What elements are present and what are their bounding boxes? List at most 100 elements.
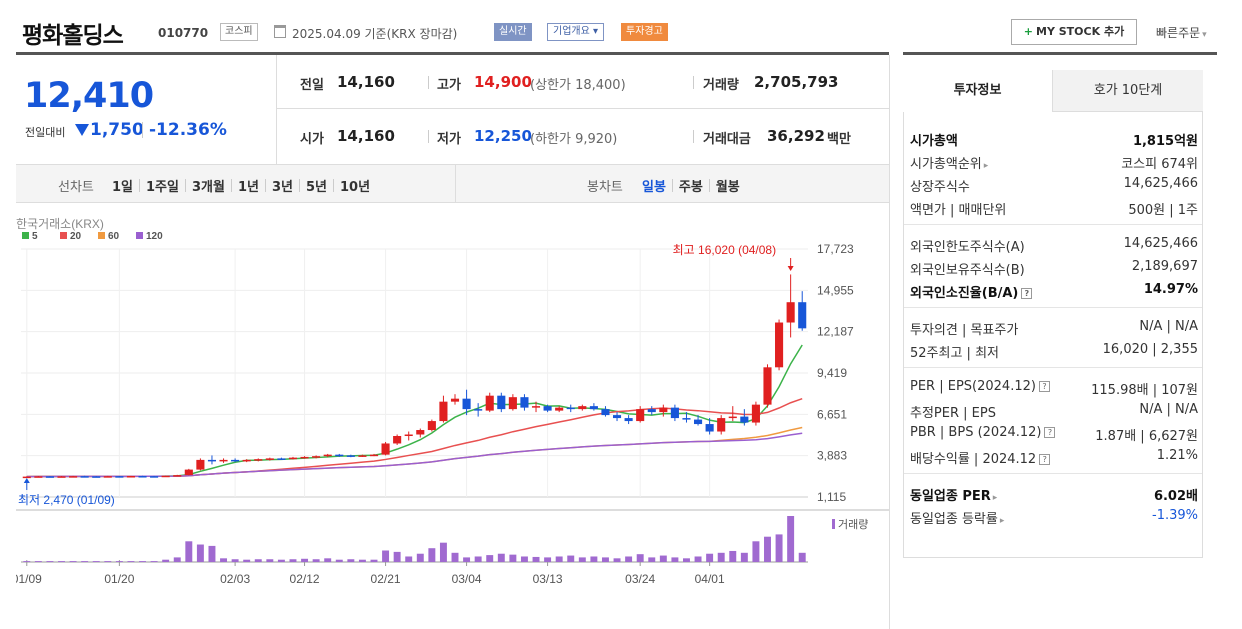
volume-bar — [289, 559, 297, 562]
volume-bar — [463, 557, 471, 562]
info-value: N/A | N/A — [1139, 319, 1198, 334]
info-label: 배당수익률 | 2024.12? — [910, 448, 1051, 467]
divider — [428, 76, 429, 89]
divider — [264, 179, 266, 192]
volume-bar — [208, 545, 216, 562]
candle-body — [612, 415, 622, 419]
quick-order-dropdown[interactable]: 빠른주문 ▾ — [1156, 24, 1207, 41]
info-row: 배당수익률 | 2024.12? 1.21% — [910, 445, 1198, 467]
upper-limit: (상한가 18,400) — [530, 78, 626, 93]
candle-body — [254, 459, 263, 461]
divider — [889, 55, 890, 629]
volume-bar — [185, 541, 193, 562]
volume-bar — [69, 561, 77, 562]
line-chart-label: 선차트 — [58, 180, 94, 195]
info-label-text: 시가총액 — [910, 134, 958, 149]
candle-body — [705, 424, 714, 432]
tab-line-2[interactable]: 3개월 — [192, 176, 225, 195]
candle-body — [751, 404, 760, 423]
info-label: PBR | BPS (2024.12)? — [910, 425, 1056, 440]
info-row: 액면가 | 매매단위 500원 | 1주 — [910, 196, 1198, 218]
candle-chart-tabs: 일봉 주봉 월봉 — [642, 176, 740, 195]
candle-body — [126, 476, 135, 478]
tab-invest-info[interactable]: 투자정보 — [903, 70, 1053, 112]
volume-bar — [382, 550, 390, 562]
candle-body — [45, 476, 54, 478]
info-label-text: 외국인소진율(B/A) — [910, 286, 1019, 301]
chevron-down-icon: ▾ — [1202, 30, 1207, 40]
candle-body — [682, 418, 691, 420]
candle-body — [312, 456, 321, 458]
help-icon[interactable]: ? — [1044, 427, 1056, 438]
info-row: 외국인소진율(B/A)? 14.97% — [910, 279, 1198, 301]
volume-bar — [509, 554, 517, 562]
divider — [903, 52, 1217, 55]
help-icon[interactable]: ? — [1021, 288, 1033, 299]
calendar-icon — [274, 25, 286, 38]
tab-line-4[interactable]: 3년 — [272, 176, 293, 195]
prev-value: 14,160 — [337, 73, 395, 91]
candle-body — [381, 443, 390, 455]
tab-line-1[interactable]: 1주일 — [146, 176, 179, 195]
volume-bar — [729, 550, 737, 562]
warning-badge[interactable]: 투자경고 — [621, 23, 668, 41]
volume-bar — [613, 558, 621, 562]
volume-bar — [139, 561, 146, 562]
info-row: 외국인보유주식수(B) 2,189,697 — [910, 256, 1198, 278]
base-date: 2025.04.09 기준(KRX 장마감) — [292, 27, 458, 41]
divider — [904, 367, 1202, 368]
candle-body — [427, 421, 436, 431]
divider — [142, 122, 143, 138]
info-value: 14,625,466 — [1123, 236, 1198, 251]
tab-line-0[interactable]: 1일 — [112, 176, 133, 195]
candle-body — [520, 397, 529, 408]
volume-bar — [671, 557, 679, 562]
volume-bar — [173, 557, 181, 562]
volume-bar — [648, 557, 656, 562]
tab-orderbook[interactable]: 호가 10단계 — [1053, 70, 1203, 112]
info-row: 시가총액순위 ▸ 코스피 674위 — [910, 150, 1198, 172]
chevron-right-icon[interactable]: ▸ — [993, 493, 998, 503]
candle-body — [69, 476, 78, 478]
volume-bar — [312, 559, 320, 562]
volume-bar — [254, 559, 262, 562]
divider — [276, 108, 889, 109]
ma-legend-label: 60 — [108, 231, 120, 242]
tab-candle-1[interactable]: 주봉 — [679, 176, 703, 195]
help-icon[interactable]: ? — [1038, 381, 1050, 392]
info-label-text: 투자의견 | 목표주가 — [910, 323, 1019, 338]
volume-bar — [752, 541, 760, 562]
realtime-button[interactable]: 실시간 — [494, 23, 532, 41]
info-value: 6.02배 — [1153, 489, 1198, 504]
tab-line-6[interactable]: 10년 — [340, 176, 370, 195]
chevron-right-icon[interactable]: ▸ — [1000, 516, 1005, 526]
candlestick-chart[interactable]: 한국거래소(KRX)5 20 60 120 17,723 14,955 12,187 9,41… — [16, 210, 889, 590]
info-label: 상장주식수 — [910, 176, 970, 195]
help-icon[interactable]: ? — [1039, 454, 1051, 465]
ma-legend-swatch — [98, 232, 105, 239]
add-mystock-button[interactable]: + MY STOCK 추가 — [1011, 19, 1137, 45]
tab-line-3[interactable]: 1년 — [238, 176, 259, 195]
divider — [298, 179, 300, 192]
tab-line-5[interactable]: 5년 — [306, 176, 327, 195]
info-label-text: 외국인한도주식수(A) — [910, 240, 1025, 255]
volume-value: 2,705,793 — [754, 73, 839, 91]
tab-candle-0[interactable]: 일봉 — [642, 176, 666, 195]
chart-source: 한국거래소(KRX) — [16, 217, 104, 231]
volume-bar — [335, 559, 343, 562]
volume-bar — [393, 551, 401, 562]
volume-bar — [58, 561, 65, 562]
volume-bar — [683, 558, 690, 562]
volume-legend-label: 거래량 — [838, 518, 868, 531]
info-value: 코스피 674위 — [1121, 157, 1198, 172]
low-arrow-head — [23, 478, 30, 483]
info-label-text: 동일업종 PER — [910, 489, 991, 504]
volume-bar — [567, 555, 575, 562]
info-row: PER | EPS(2024.12)? 115.98배 | 107원 — [910, 376, 1198, 398]
candle-body — [57, 476, 66, 478]
ma-line — [26, 397, 803, 478]
tab-candle-2[interactable]: 월봉 — [716, 176, 740, 195]
corp-overview-dropdown[interactable]: 기업개요 ▾ — [547, 23, 605, 41]
volume-bar — [46, 561, 54, 562]
chevron-right-icon[interactable]: ▸ — [984, 161, 989, 171]
